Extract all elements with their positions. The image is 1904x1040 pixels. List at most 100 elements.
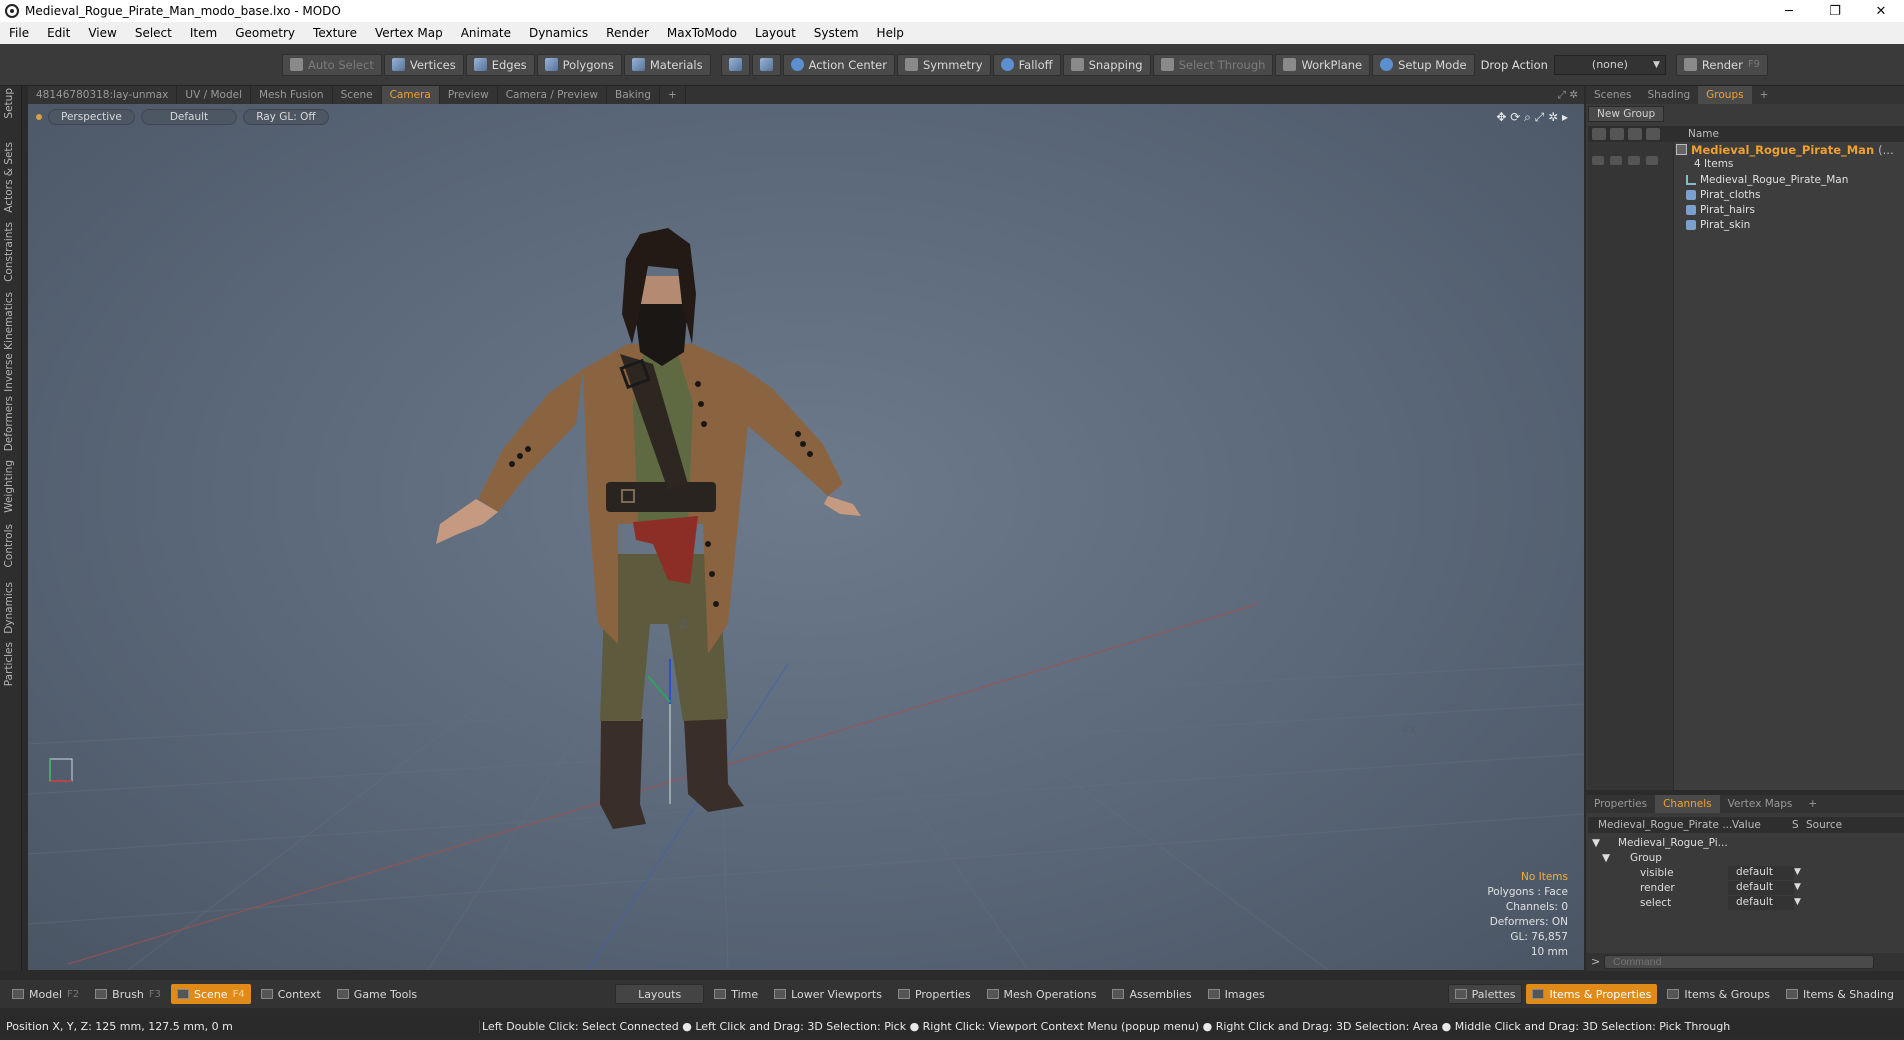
shading-selector[interactable]: Default [140, 109, 238, 125]
viewport-navigation-icons[interactable]: ✥ ⟳ ⌕ ⤢ ✲ ▸ [1496, 110, 1568, 125]
brush-layout-button[interactable]: Brush F3 [89, 984, 167, 1004]
menu-dynamics[interactable]: Dynamics [520, 22, 597, 44]
close-button[interactable]: ✕ [1858, 0, 1904, 22]
group-root-row[interactable]: Medieval_Rogue_Pirate_Man (... [1676, 142, 1894, 157]
tab-layout-unmax[interactable]: 48146780318:lay-unmax [28, 86, 178, 104]
menu-view[interactable]: View [79, 22, 125, 44]
group-child-row[interactable]: Pirat_hairs [1686, 202, 1755, 217]
vtab-particles[interactable]: Particles [3, 642, 15, 686]
palettes-button[interactable]: Palettes [1447, 984, 1523, 1004]
channel-value-field[interactable]: default [1728, 881, 1794, 895]
menu-geometry[interactable]: Geometry [226, 22, 304, 44]
items-properties-button[interactable]: Items & Properties [1526, 984, 1658, 1004]
select-through-button[interactable]: Select Through [1152, 53, 1274, 76]
time-button[interactable]: Time [708, 984, 764, 1004]
game-tools-layout-button[interactable]: Game Tools [331, 984, 423, 1004]
assemblies-button[interactable]: Assemblies [1106, 984, 1197, 1004]
channel-row[interactable]: visible default ▼ [1588, 865, 1904, 881]
new-group-button[interactable]: New Group [1588, 106, 1665, 122]
command-input[interactable] [1604, 955, 1874, 969]
tab-vertex-maps[interactable]: Vertex Maps [1720, 795, 1801, 813]
images-button[interactable]: Images [1202, 984, 1271, 1004]
items-shading-button[interactable]: Items & Shading [1780, 984, 1900, 1004]
menu-maxtomodo[interactable]: MaxToModo [658, 22, 746, 44]
menu-layout[interactable]: Layout [746, 22, 805, 44]
vtab-inverse-kinematics[interactable]: Inverse Kinematics [3, 292, 15, 392]
polygons-button[interactable]: Polygons [536, 53, 622, 76]
add-tab-button[interactable]: + [660, 86, 686, 104]
vtab-weighting[interactable]: Weighting [3, 460, 15, 513]
chevron-down-icon[interactable]: ▼ [1794, 867, 1801, 877]
tab-shading[interactable]: Shading [1639, 86, 1698, 104]
menu-vertex-map[interactable]: Vertex Map [366, 22, 452, 44]
edges-button[interactable]: Edges [465, 53, 535, 76]
group-child-row[interactable]: Pirat_skin [1686, 217, 1750, 232]
properties-button[interactable]: Properties [892, 984, 977, 1004]
lower-viewports-button[interactable]: Lower Viewports [768, 984, 888, 1004]
channel-item-row[interactable]: ▼ Medieval_Rogue_Pi... [1588, 835, 1904, 851]
item-mode-button[interactable] [720, 53, 750, 76]
pivot-mode-button[interactable] [751, 53, 781, 76]
menu-file[interactable]: File [0, 22, 38, 44]
raygl-toggle[interactable]: Ray GL: Off [243, 109, 329, 125]
eye-icon[interactable] [1592, 128, 1606, 140]
menu-animate[interactable]: Animate [452, 22, 520, 44]
mesh-operations-button[interactable]: Mesh Operations [981, 984, 1103, 1004]
tab-channels[interactable]: Channels [1655, 795, 1720, 813]
vertices-button[interactable]: Vertices [383, 53, 464, 76]
minimize-button[interactable]: ─ [1766, 0, 1812, 22]
tab-uv-model[interactable]: UV / Model [177, 86, 251, 104]
channel-row[interactable]: select default ▼ [1588, 895, 1904, 911]
menu-system[interactable]: System [805, 22, 868, 44]
tab-preview[interactable]: Preview [440, 86, 498, 104]
drop-action-select[interactable]: (none) ▼ [1553, 54, 1666, 75]
group-child-row[interactable]: Pirat_cloths [1686, 187, 1761, 202]
expand-arrow-icon[interactable]: ▼ [1602, 852, 1610, 864]
tab-scenes[interactable]: Scenes [1586, 86, 1639, 104]
workplane-button[interactable]: WorkPlane [1275, 53, 1371, 76]
snapping-button[interactable]: Snapping [1062, 53, 1151, 76]
menu-render[interactable]: Render [597, 22, 658, 44]
lock-icon[interactable] [1628, 128, 1642, 140]
menu-texture[interactable]: Texture [304, 22, 366, 44]
menu-item[interactable]: Item [181, 22, 226, 44]
select-toggle-icon[interactable] [1646, 128, 1660, 140]
tab-mesh-fusion[interactable]: Mesh Fusion [251, 86, 333, 104]
chevron-down-icon[interactable]: ▼ [1794, 882, 1801, 892]
tab-camera[interactable]: Camera [381, 86, 440, 104]
channel-value-field[interactable]: default [1728, 866, 1794, 880]
expand-arrow-icon[interactable]: ▼ [1592, 837, 1600, 849]
channel-value-field[interactable]: default [1728, 896, 1794, 910]
action-center-button[interactable]: Action Center [782, 53, 895, 76]
view-mode-selector[interactable]: Perspective [48, 109, 135, 125]
vtab-setup[interactable]: Setup [3, 88, 15, 119]
channel-row[interactable]: render default ▼ [1588, 880, 1904, 896]
add-right-tab-button[interactable]: + [1752, 86, 1777, 104]
setup-mode-button[interactable]: Setup Mode [1372, 53, 1475, 76]
vtab-deformers[interactable]: Deformers [3, 396, 15, 451]
tab-groups[interactable]: Groups [1698, 86, 1752, 104]
materials-button[interactable]: Materials [623, 53, 711, 76]
layouts-button[interactable]: Layouts [615, 984, 705, 1004]
viewport-expand-icon[interactable]: ⤢ ✲ [1557, 89, 1584, 102]
add-channel-tab-button[interactable]: + [1800, 795, 1825, 813]
falloff-button[interactable]: Falloff [992, 53, 1061, 76]
symmetry-button[interactable]: Symmetry [896, 53, 991, 76]
auto-select-button[interactable]: Auto Select [282, 53, 382, 76]
menu-select[interactable]: Select [126, 22, 181, 44]
viewport-options-icon[interactable] [36, 114, 42, 120]
tab-baking[interactable]: Baking [607, 86, 660, 104]
tab-camera-preview[interactable]: Camera / Preview [498, 86, 607, 104]
menu-help[interactable]: Help [868, 22, 913, 44]
vtab-actors-sets[interactable]: Actors & Sets [3, 142, 15, 213]
render-button[interactable]: Render F9 [1675, 53, 1768, 76]
vtab-constraints[interactable]: Constraints [3, 222, 15, 282]
items-groups-button[interactable]: Items & Groups [1661, 984, 1776, 1004]
chevron-down-icon[interactable]: ▼ [1794, 897, 1801, 907]
context-layout-button[interactable]: Context [255, 984, 327, 1004]
model-layout-button[interactable]: Model F2 [6, 984, 85, 1004]
tab-properties[interactable]: Properties [1586, 795, 1655, 813]
vtab-controls[interactable]: Controls [3, 524, 15, 567]
restore-button[interactable]: ❐ [1812, 0, 1858, 22]
tab-scene[interactable]: Scene [333, 86, 382, 104]
